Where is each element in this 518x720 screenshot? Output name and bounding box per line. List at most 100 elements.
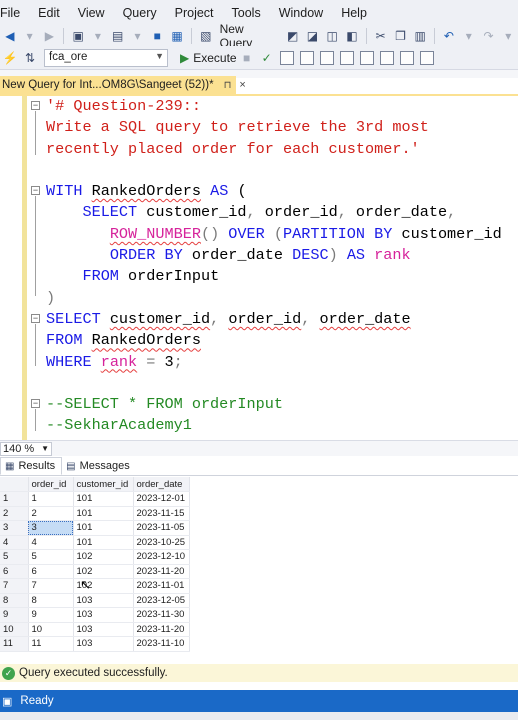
row-number[interactable]: 11 bbox=[0, 636, 29, 652]
parse-icon[interactable]: ✓ bbox=[259, 50, 275, 66]
xmla-query-icon[interactable]: ◫ bbox=[324, 28, 340, 44]
table-cell[interactable]: 103 bbox=[73, 622, 134, 637]
table-cell[interactable]: 2023-10-25 bbox=[133, 535, 190, 550]
execute-button[interactable]: ▶ Execute bbox=[180, 51, 237, 65]
menu-item-window[interactable]: Window bbox=[279, 6, 333, 20]
table-cell[interactable]: 103 bbox=[73, 593, 134, 608]
table-cell[interactable]: 6 bbox=[28, 564, 74, 579]
pin-icon[interactable]: ⊓ bbox=[224, 80, 232, 91]
save-icon[interactable]: ■ bbox=[149, 28, 165, 44]
table-cell[interactable]: 2023-11-15 bbox=[133, 506, 190, 521]
column-header[interactable]: order_date bbox=[133, 477, 190, 492]
new-query-icon[interactable]: ▧ bbox=[198, 28, 214, 44]
table-cell[interactable]: 2023-11-30 bbox=[133, 607, 190, 623]
estimated-plan-icon[interactable] bbox=[279, 50, 294, 65]
sql-editor[interactable]: − − − − '# Question-239:: Write a SQL que… bbox=[0, 96, 518, 440]
zoom-select[interactable]: 140 % ▼ bbox=[0, 441, 52, 456]
add-item-icon[interactable]: ▤ bbox=[110, 28, 126, 44]
table-row[interactable]: 4 4 101 2023-10-25 bbox=[0, 535, 190, 550]
results-grid[interactable]: order_id customer_id order_date 1 1 101 202… bbox=[0, 477, 190, 652]
table-cell[interactable]: 2023-12-05 bbox=[133, 593, 190, 608]
row-number[interactable]: 3 bbox=[0, 520, 29, 536]
actual-plan-icon[interactable] bbox=[339, 50, 354, 65]
dropdown-arrow-icon[interactable]: ▾ bbox=[130, 28, 146, 44]
row-number[interactable]: 1 bbox=[0, 491, 29, 507]
table-row[interactable]: 11 11 103 2023-11-10 bbox=[0, 636, 190, 652]
results-to-grid-icon[interactable] bbox=[419, 50, 434, 65]
redo-icon[interactable]: ↷ bbox=[481, 28, 497, 44]
collapse-icon[interactable]: − bbox=[31, 186, 40, 195]
menu-item-project[interactable]: Project bbox=[175, 6, 224, 20]
table-cell[interactable]: 2023-12-10 bbox=[133, 549, 190, 565]
column-header[interactable]: customer_id bbox=[73, 477, 134, 492]
table-cell[interactable]: 1 bbox=[28, 491, 74, 507]
dropdown-arrow-icon[interactable]: ▾ bbox=[22, 28, 38, 44]
query-designer-icon[interactable] bbox=[299, 50, 314, 65]
menu-item-tools[interactable]: Tools bbox=[232, 6, 271, 20]
row-number[interactable]: 5 bbox=[0, 549, 29, 565]
results-to-text-icon[interactable] bbox=[399, 50, 414, 65]
tab-results[interactable]: ▦ Results bbox=[0, 457, 63, 475]
collapse-icon[interactable]: − bbox=[31, 399, 40, 408]
code-text[interactable]: '# Question-239:: Write a SQL query to re… bbox=[46, 96, 502, 437]
table-cell[interactable]: 7 bbox=[28, 578, 74, 594]
table-cell[interactable]: 101 bbox=[73, 535, 134, 550]
table-row[interactable]: 5 5 102 2023-12-10 bbox=[0, 549, 190, 565]
copy-icon[interactable]: ❐ bbox=[393, 28, 409, 44]
forward-icon[interactable]: ▶ bbox=[42, 28, 58, 44]
table-cell[interactable]: 3 bbox=[28, 520, 74, 536]
row-number[interactable]: 4 bbox=[0, 535, 29, 550]
dropdown-arrow-icon[interactable]: ▾ bbox=[90, 28, 106, 44]
client-stats-icon[interactable] bbox=[379, 50, 394, 65]
undo-icon[interactable]: ↶ bbox=[441, 28, 457, 44]
table-cell[interactable]: 2023-11-20 bbox=[133, 622, 190, 637]
table-cell[interactable]: 10 bbox=[28, 622, 74, 637]
database-select[interactable]: fca_ore ▼ bbox=[44, 48, 168, 67]
dropdown-arrow-icon[interactable]: ▾ bbox=[461, 28, 477, 44]
live-stats-icon[interactable] bbox=[359, 50, 374, 65]
table-cell[interactable]: 101 bbox=[73, 506, 134, 521]
change-connection-icon[interactable]: ⇅ bbox=[22, 50, 38, 66]
intellisense-icon[interactable] bbox=[319, 50, 334, 65]
paste-icon[interactable]: ▥ bbox=[412, 28, 428, 44]
table-cell[interactable]: 103 bbox=[73, 607, 134, 623]
dropdown-arrow-icon[interactable]: ▾ bbox=[500, 28, 516, 44]
new-project-icon[interactable]: ▣ bbox=[70, 28, 86, 44]
table-cell[interactable]: 8 bbox=[28, 593, 74, 608]
dmx-query-icon[interactable]: ◪ bbox=[305, 28, 321, 44]
table-row[interactable]: 1 1 101 2023-12-01 bbox=[0, 491, 190, 507]
table-cell[interactable]: 101 bbox=[73, 491, 134, 507]
row-number[interactable]: 2 bbox=[0, 506, 29, 521]
row-number[interactable]: 9 bbox=[0, 607, 29, 623]
table-row[interactable]: 8 8 103 2023-12-05 bbox=[0, 593, 190, 608]
collapse-icon[interactable]: − bbox=[31, 101, 40, 110]
connect-icon[interactable]: ⚡ bbox=[2, 50, 18, 66]
table-cell[interactable]: 102 bbox=[73, 549, 134, 565]
table-row[interactable]: 2 2 101 2023-11-15 bbox=[0, 506, 190, 521]
table-row[interactable]: 6 6 102 2023-11-20 bbox=[0, 564, 190, 579]
stop-icon[interactable]: ■ bbox=[239, 50, 255, 66]
column-header[interactable]: order_id bbox=[28, 477, 74, 492]
dax-query-icon[interactable]: ◧ bbox=[344, 28, 360, 44]
table-cell[interactable]: 4 bbox=[28, 535, 74, 550]
collapse-icon[interactable]: − bbox=[31, 314, 40, 323]
row-number[interactable]: 7 bbox=[0, 578, 29, 594]
table-cell[interactable]: 2023-11-05 bbox=[133, 520, 190, 536]
cut-icon[interactable]: ✂ bbox=[373, 28, 389, 44]
table-row[interactable]: 7 7 102 2023-11-01 bbox=[0, 578, 190, 594]
row-number[interactable]: 10 bbox=[0, 622, 29, 637]
table-cell[interactable]: 2 bbox=[28, 506, 74, 521]
tab-new-query[interactable]: New Query for Int...OM8G\Sangeet (52))* … bbox=[0, 76, 246, 94]
table-cell[interactable]: 2023-11-01 bbox=[133, 578, 190, 594]
row-number[interactable]: 6 bbox=[0, 564, 29, 579]
row-number-header[interactable] bbox=[0, 477, 29, 492]
row-number[interactable]: 8 bbox=[0, 593, 29, 608]
table-cell[interactable]: 2023-11-20 bbox=[133, 564, 190, 579]
table-row[interactable]: 10 10 103 2023-11-20 bbox=[0, 622, 190, 637]
menu-item-edit[interactable]: Edit bbox=[38, 6, 70, 20]
table-row[interactable]: 3 3 101 2023-11-05 bbox=[0, 520, 190, 536]
table-cell[interactable]: 2023-12-01 bbox=[133, 491, 190, 507]
menu-item-query[interactable]: Query bbox=[123, 6, 167, 20]
table-cell[interactable]: 101 bbox=[73, 520, 134, 536]
tab-messages[interactable]: ▤ Messages bbox=[62, 457, 136, 475]
